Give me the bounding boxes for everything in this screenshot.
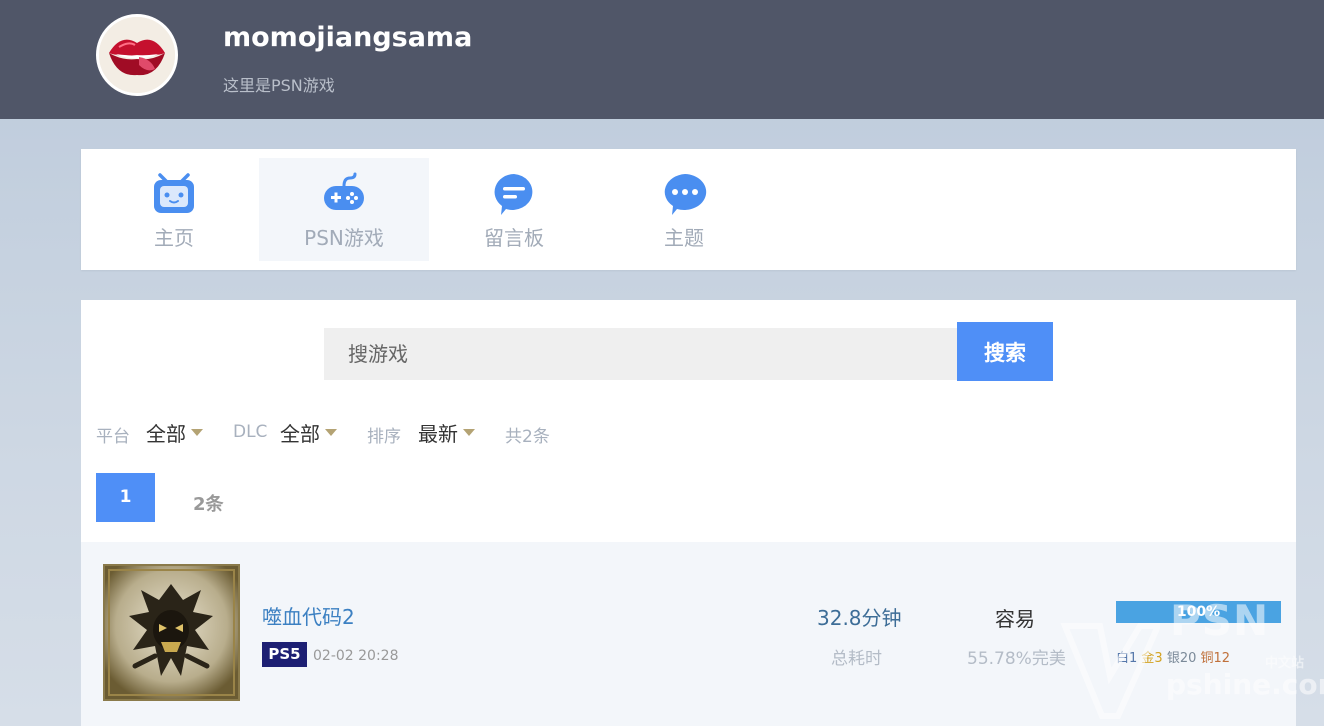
caret-down-icon [191, 429, 203, 436]
site-watermark: PSN 中文站 pshine.com [1060, 596, 1324, 726]
tab-topics-label: 主题 [664, 226, 704, 250]
sort-filter[interactable]: 最新 [418, 418, 475, 447]
tab-message-board-label: 留言板 [484, 226, 544, 250]
tab-psn-games[interactable]: PSN游戏 [259, 158, 429, 261]
tv-icon [154, 173, 194, 213]
message-icon [494, 174, 533, 215]
playtime-value: 32.8分钟 [817, 606, 902, 630]
platform-filter-label: 平台 [96, 427, 130, 447]
chat-dots-icon [664, 174, 707, 215]
watermark-domain: pshine.com [1166, 668, 1324, 701]
game-cover[interactable] [103, 564, 240, 701]
page-button-1[interactable]: 1 [96, 473, 155, 522]
platform-filter[interactable]: 全部 [146, 418, 203, 447]
search-button[interactable]: 搜索 [957, 322, 1053, 381]
username: momojiangsama [223, 22, 473, 53]
tab-home-label: 主页 [154, 226, 194, 250]
search-input[interactable] [324, 328, 958, 380]
dlc-filter-label: DLC [233, 422, 268, 442]
game-date: 02-02 20:28 [313, 648, 399, 664]
total-count: 共2条 [505, 427, 550, 447]
platform-badge: PS5 [262, 642, 307, 667]
sort-filter-value: 最新 [418, 422, 458, 446]
dlc-filter-value: 全部 [280, 422, 320, 446]
logo-icon [1060, 623, 1163, 719]
dlc-filter[interactable]: 全部 [280, 418, 337, 447]
tab-home[interactable]: 主页 [89, 158, 259, 261]
result-count: 2条 [193, 494, 224, 515]
platform-filter-value: 全部 [146, 422, 186, 446]
nav-bar: 主页 PSN游戏 留言板 主题 [81, 149, 1296, 270]
difficulty-value: 容易 [995, 607, 1035, 631]
tab-topics[interactable]: 主题 [599, 158, 769, 261]
completion-rate: 55.78%完美 [967, 649, 1066, 669]
profile-subtitle: 这里是PSN游戏 [223, 76, 335, 95]
tab-psn-games-label: PSN游戏 [304, 226, 384, 250]
sort-filter-label: 排序 [367, 427, 401, 447]
playtime-label: 总耗时 [831, 649, 882, 669]
game-title-link[interactable]: 噬血代码2 [262, 601, 355, 630]
avatar[interactable] [96, 14, 178, 96]
tab-message-board[interactable]: 留言板 [429, 158, 599, 261]
watermark-brand: PSN [1170, 596, 1270, 645]
caret-down-icon [463, 429, 475, 436]
gamepad-icon [324, 172, 364, 210]
caret-down-icon [325, 429, 337, 436]
profile-header: momojiangsama 这里是PSN游戏 [0, 0, 1324, 119]
